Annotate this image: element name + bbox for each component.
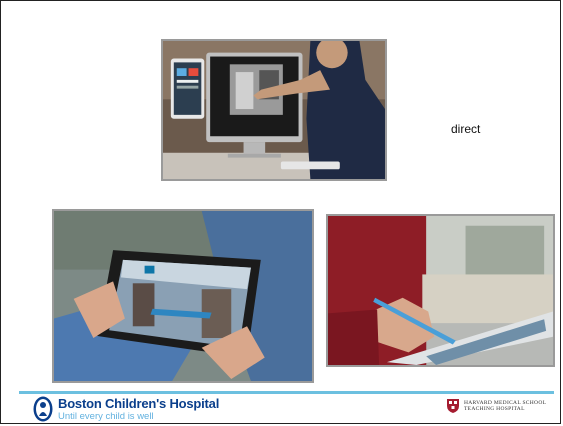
monitor-touch-image [163,41,385,179]
photo-monitor-touch [161,39,387,181]
harvard-medical-school-logo: HARVARD MEDICAL SCHOOL TEACHING HOSPITAL [447,399,546,413]
photo-stylus-tablet [326,214,555,367]
stylus-tablet-image [328,216,553,365]
slide: direct Boston Children's Hospital Until … [0,0,561,424]
tablet-city-image [54,211,312,381]
bch-crest-icon [33,396,53,422]
bch-tagline: Until every child is well [58,410,154,422]
boston-childrens-logo: Boston Children's Hospital Until every c… [33,396,219,422]
footer-rule [19,391,554,394]
hms-line2: TEACHING HOSPITAL [464,406,525,412]
bch-name: Boston Children's Hospital [58,395,220,411]
slide-caption: direct [451,122,481,136]
harvard-shield-icon [447,399,459,413]
photo-tablet-city [52,209,314,383]
